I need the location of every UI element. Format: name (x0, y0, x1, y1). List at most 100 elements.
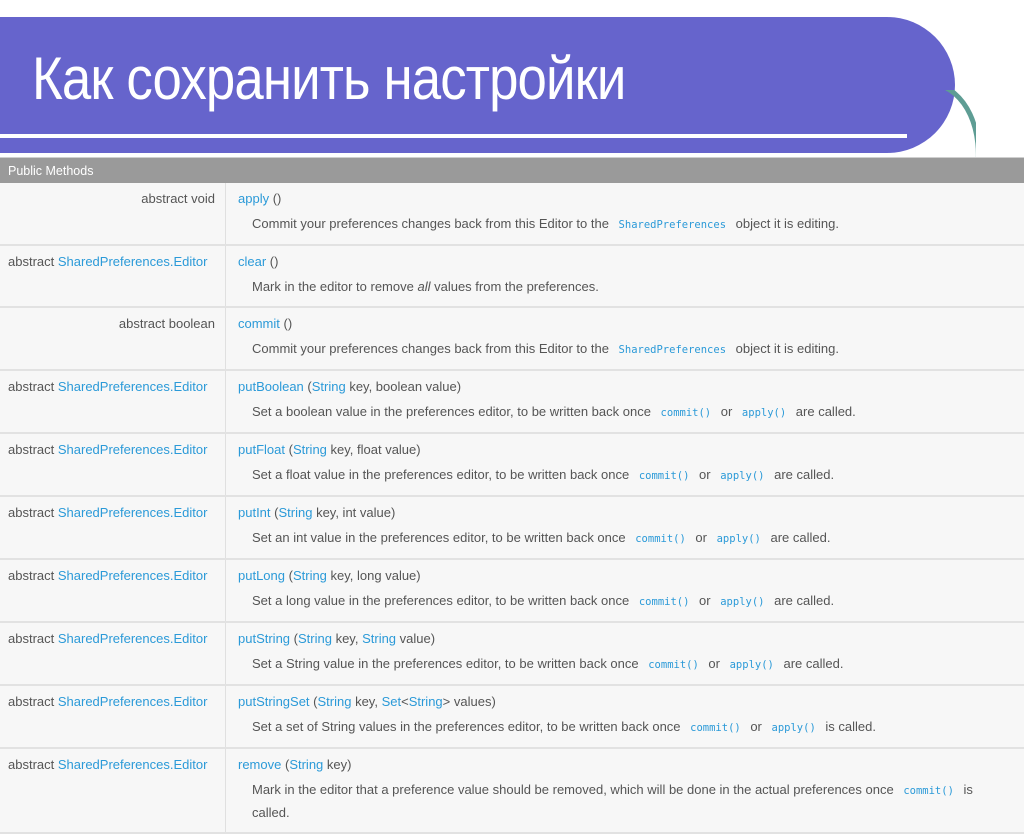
method-link[interactable]: putBoolean (238, 379, 304, 394)
code-link[interactable]: commit() (635, 533, 686, 545)
table-row: abstract SharedPreferences.Editor putFloa… (0, 434, 1024, 497)
method-description: Set a boolean value in the preferences e… (238, 401, 1012, 428)
description-text: are called. (770, 467, 835, 482)
method-signature: commit () (238, 316, 1012, 338)
description-text: Mark in the editor that a preference val… (252, 782, 898, 797)
paren-close: ) (430, 631, 436, 646)
code-link[interactable]: SharedPreferences (619, 219, 726, 231)
return-type-link[interactable]: SharedPreferences.Editor (58, 505, 208, 520)
paren-close: ) (347, 757, 352, 772)
method-link[interactable]: putFloat (238, 442, 285, 457)
return-type-text: abstract boolean (118, 316, 215, 331)
table-rows: abstract void apply () Commit your prefere… (0, 183, 1024, 834)
param-type-link[interactable]: String (312, 379, 346, 394)
method-link[interactable]: putLong (238, 568, 285, 583)
return-type-text: abstract void (141, 191, 215, 206)
code-link[interactable]: apply() (772, 722, 816, 734)
param-type-link[interactable]: String (278, 505, 312, 520)
table-header: Public Methods (0, 157, 1024, 183)
code-link[interactable]: apply() (730, 659, 774, 671)
paren-close: ) (456, 379, 462, 394)
code-link[interactable]: commit() (639, 470, 690, 482)
code-link[interactable]: commit() (903, 785, 954, 797)
method-link[interactable]: putInt (238, 505, 271, 520)
method-signature: putBoolean (String key, boolean value) (238, 379, 1012, 401)
param-type-link[interactable]: Set (382, 694, 402, 709)
paren-open: ( (279, 316, 288, 331)
param-type-link[interactable]: String (293, 442, 327, 457)
description-text: are called. (770, 593, 835, 608)
code-link[interactable]: SharedPreferences (619, 344, 726, 356)
description-text: Commit your preferences changes back fro… (252, 216, 613, 231)
paren-open: ( (309, 694, 318, 709)
description-text: Set a long value in the preferences edit… (252, 593, 633, 608)
param-type-link[interactable]: String (318, 694, 352, 709)
method-description: Set a String value in the preferences ed… (238, 653, 1012, 680)
method-link[interactable]: remove (238, 757, 281, 772)
return-type: abstract SharedPreferences.Editor (0, 623, 226, 684)
paren-open: ( (284, 442, 293, 457)
table-row: abstract SharedPreferences.Editor remove … (0, 749, 1024, 834)
method-description: Set a set of String values in the prefer… (238, 716, 1012, 743)
return-type: abstract SharedPreferences.Editor (0, 749, 226, 832)
method-signature: putString (String key, String value) (238, 631, 1012, 653)
description-text: or (695, 593, 715, 608)
emphasis-text: all (417, 279, 431, 294)
method-link[interactable]: clear (238, 254, 266, 269)
return-type-text: abstract (8, 568, 58, 583)
code-link[interactable]: commit() (639, 596, 690, 608)
method-description: Mark in the editor that a preference val… (238, 779, 1012, 828)
method-link[interactable]: apply (238, 191, 269, 206)
return-type-link[interactable]: SharedPreferences.Editor (58, 568, 208, 583)
method-signature: apply () (238, 191, 1012, 213)
table-row: abstract SharedPreferences.Editor putStri… (0, 623, 1024, 686)
public-methods-table: Public Methods abstract void apply () Comm… (0, 157, 1024, 834)
return-type-link[interactable]: SharedPreferences.Editor (58, 631, 208, 646)
paren-close: ) (416, 442, 421, 457)
method-link[interactable]: putString (238, 631, 290, 646)
description-text: Commit your preferences changes back fro… (252, 341, 613, 356)
return-type-link[interactable]: SharedPreferences.Editor (58, 254, 208, 269)
table-row: abstract void apply () Commit your prefere… (0, 183, 1024, 246)
param-type-link[interactable]: String (362, 631, 396, 646)
method-cell: putFloat (String key, float value) Set a … (226, 434, 1024, 495)
method-description: Commit your preferences changes back fro… (238, 213, 1012, 240)
param-text: value (396, 631, 431, 646)
description-text: Set a set of String values in the prefer… (252, 719, 685, 734)
method-signature: putFloat (String key, float value) (238, 442, 1012, 464)
paren-close: ) (390, 505, 396, 520)
return-type: abstract SharedPreferences.Editor (0, 686, 226, 747)
return-type-link[interactable]: SharedPreferences.Editor (58, 379, 208, 394)
description-text: is called. (821, 719, 876, 734)
method-link[interactable]: commit (238, 316, 280, 331)
param-type-link[interactable]: String (293, 568, 327, 583)
code-link[interactable]: commit() (690, 722, 741, 734)
param-text: key (323, 757, 348, 772)
return-type: abstract SharedPreferences.Editor (0, 497, 226, 558)
return-type-link[interactable]: SharedPreferences.Editor (58, 442, 208, 457)
method-link[interactable]: putStringSet (238, 694, 310, 709)
code-link[interactable]: apply() (742, 407, 786, 419)
paren-close: ) (274, 254, 279, 269)
paren-open: ( (285, 568, 293, 583)
paren-close: ) (287, 316, 293, 331)
return-type-link[interactable]: SharedPreferences.Editor (58, 757, 208, 772)
code-link[interactable]: commit() (648, 659, 699, 671)
method-cell: commit () Commit your preferences changes… (226, 308, 1024, 369)
code-link[interactable]: apply() (720, 470, 764, 482)
return-type-link[interactable]: SharedPreferences.Editor (58, 694, 208, 709)
code-link[interactable]: apply() (717, 533, 761, 545)
method-signature: remove (String key) (238, 757, 1012, 779)
description-text: object it is editing. (732, 341, 839, 356)
description-text: Mark in the editor to remove (252, 279, 418, 294)
method-description: Set a long value in the preferences edit… (238, 590, 1012, 617)
code-link[interactable]: commit() (661, 407, 712, 419)
param-type-link[interactable]: String (409, 694, 443, 709)
return-type-text: abstract (8, 757, 58, 772)
return-type: abstract boolean (0, 308, 226, 369)
param-type-link[interactable]: String (298, 631, 332, 646)
code-link[interactable]: apply() (720, 596, 764, 608)
return-type: abstract SharedPreferences.Editor (0, 371, 226, 432)
method-cell: apply () Commit your preferences changes … (226, 183, 1024, 244)
param-type-link[interactable]: String (289, 757, 323, 772)
